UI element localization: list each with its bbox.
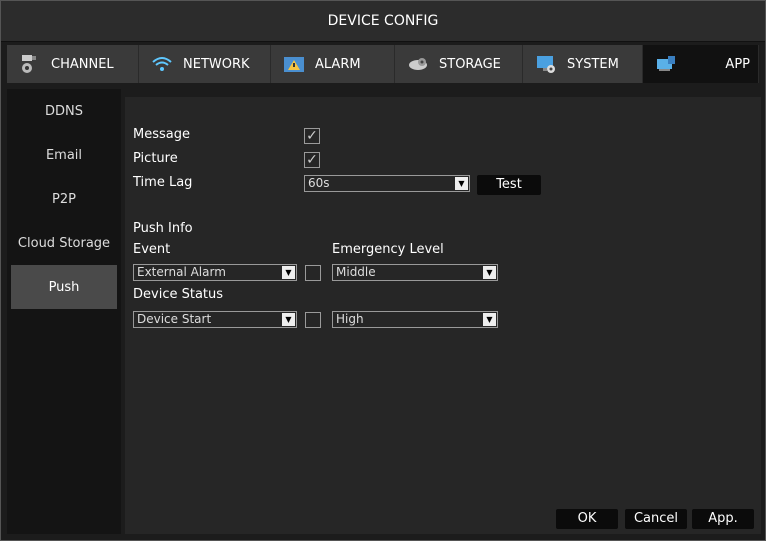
push-settings-panel: Message ✓ Picture ✓ Time Lag 60s ▼ Test … [125,97,761,534]
tab-system-label: SYSTEM [567,56,619,72]
event-value: External Alarm [137,265,226,279]
storage-icon [407,53,429,75]
ok-button[interactable]: OK [556,509,618,529]
picture-label: Picture [133,151,178,166]
app-icon [655,53,677,75]
sidebar-item-cloud-storage[interactable]: Cloud Storage [7,221,121,265]
tab-storage[interactable]: STORAGE [395,45,523,83]
tab-alarm[interactable]: ALARM [271,45,395,83]
device-config-window: DEVICE CONFIG CHANNEL NETWORK ALARM STOR… [0,0,766,541]
emergency-level-label: Emergency Level [332,242,444,257]
tab-system[interactable]: SYSTEM [523,45,643,83]
tab-app-label: APP [725,56,750,72]
message-checkbox[interactable]: ✓ [304,128,320,144]
time-lag-label: Time Lag [133,175,193,190]
sidebar: DDNS Email P2P Cloud Storage Push [7,89,121,534]
device-status-value: Device Start [137,312,212,326]
chevron-down-icon: ▼ [483,266,496,279]
tab-alarm-label: ALARM [315,56,361,72]
event-select[interactable]: External Alarm ▼ [133,264,297,281]
time-lag-value: 60s [308,176,330,190]
tab-network-label: NETWORK [183,56,250,72]
tab-channel[interactable]: CHANNEL [7,45,139,83]
apply-button[interactable]: App. [692,509,754,529]
sidebar-item-email[interactable]: Email [7,133,121,177]
picture-checkbox[interactable]: ✓ [304,152,320,168]
cancel-button[interactable]: Cancel [625,509,687,529]
time-lag-select[interactable]: 60s ▼ [304,175,470,192]
tab-network[interactable]: NETWORK [139,45,271,83]
event-checkbox[interactable] [305,265,321,281]
device-status-label: Device Status [133,287,224,302]
chevron-down-icon: ▼ [282,313,295,326]
system-icon [535,53,557,75]
alarm-icon [283,53,305,75]
camera-icon [19,53,41,75]
tab-channel-label: CHANNEL [51,56,114,72]
chevron-down-icon: ▼ [455,177,468,190]
tab-storage-label: STORAGE [439,56,501,72]
window-title: DEVICE CONFIG [1,1,765,42]
wifi-icon [151,53,173,75]
test-button[interactable]: Test [477,175,541,195]
device-status-checkbox[interactable] [305,312,321,328]
checkmark-icon: ✓ [306,128,318,144]
sidebar-item-ddns[interactable]: DDNS [7,89,121,133]
checkmark-icon: ✓ [306,152,318,168]
push-info-label: Push Info [133,221,193,236]
chevron-down-icon: ▼ [483,313,496,326]
device-status-select[interactable]: Device Start ▼ [133,311,297,328]
tab-app[interactable]: APP [643,45,759,83]
event-level-value: Middle [336,265,376,279]
message-label: Message [133,127,190,142]
sidebar-item-push[interactable]: Push [11,265,117,309]
event-level-select[interactable]: Middle ▼ [332,264,498,281]
chevron-down-icon: ▼ [282,266,295,279]
sidebar-item-p2p[interactable]: P2P [7,177,121,221]
event-label: Event [133,242,171,257]
top-tab-bar: CHANNEL NETWORK ALARM STORAGE SYSTEM APP [7,45,759,83]
device-level-select[interactable]: High ▼ [332,311,498,328]
device-level-value: High [336,312,364,326]
